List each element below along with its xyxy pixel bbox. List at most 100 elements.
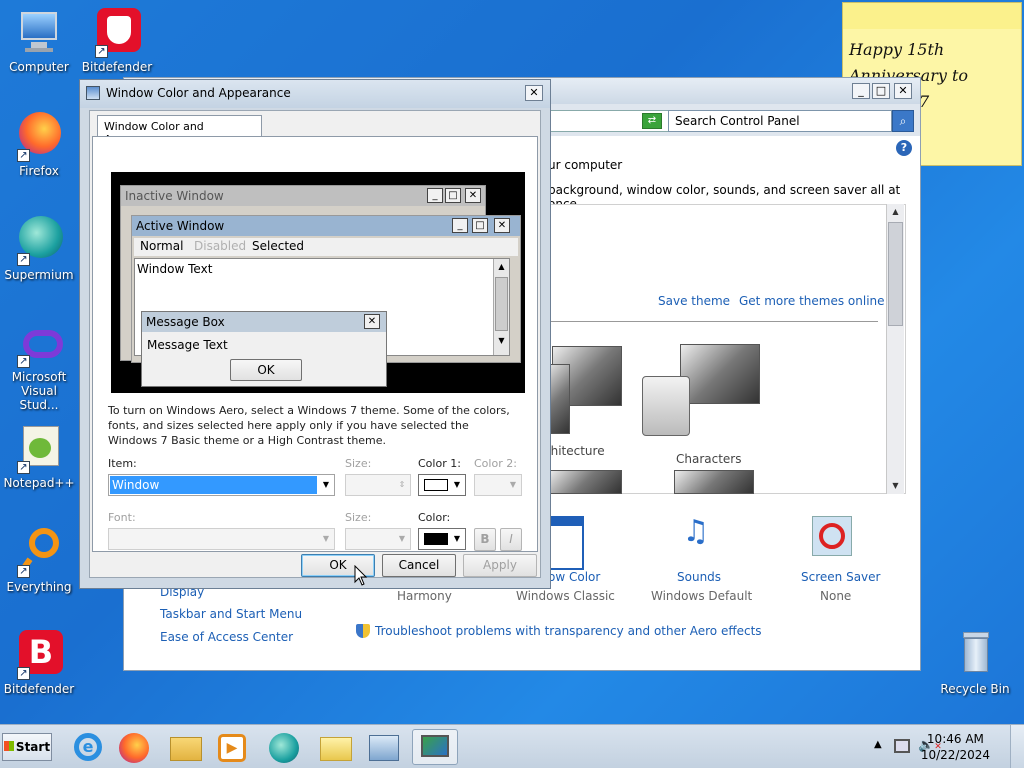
desktop-icon-notepadpp[interactable]: ↗ Notepad++: [0, 424, 78, 490]
desktop-icon-computer[interactable]: Computer: [0, 8, 78, 74]
scroll-down-icon[interactable]: ▼: [887, 478, 904, 494]
get-more-themes-link[interactable]: Get more themes online: [739, 294, 885, 308]
screen-saver-link[interactable]: Screen Saver: [801, 570, 880, 584]
start-label: Start: [15, 740, 51, 754]
color2-label: Color 2:: [474, 457, 517, 470]
sticky-note-line: Happy 15th: [849, 40, 945, 59]
apply-button[interactable]: Apply: [463, 554, 537, 577]
chevron-down-icon[interactable]: ▼: [449, 529, 465, 549]
shortcut-arrow-icon: ↗: [17, 667, 30, 680]
menu-disabled: Disabled: [194, 239, 247, 253]
scroll-thumb[interactable]: [888, 222, 903, 326]
font-size-label: Size:: [345, 511, 372, 524]
desktop-icon-label: Notepad++: [3, 476, 75, 490]
preview-message-box: Message Box ✕ Message Text OK: [141, 311, 387, 387]
shortcut-arrow-icon: ↗: [95, 45, 108, 58]
active-maximize-icon: □: [472, 218, 488, 233]
save-theme-link[interactable]: Save theme: [658, 294, 730, 308]
font-color-picker[interactable]: ▼: [418, 528, 466, 550]
search-input[interactable]: Search Control Panel: [668, 110, 892, 132]
cancel-button[interactable]: Cancel: [382, 554, 456, 577]
maximize-button[interactable]: □: [872, 83, 890, 99]
taskbar-control-panel-icon[interactable]: [364, 731, 404, 765]
bitdefender-icon: ↗: [93, 8, 141, 58]
sounds-icon[interactable]: ♫: [668, 514, 724, 562]
close-button[interactable]: ✕: [894, 83, 912, 99]
help-icon[interactable]: ?: [896, 140, 912, 156]
taskbar-firefox-icon[interactable]: [114, 731, 154, 765]
inactive-close-icon: ✕: [465, 188, 481, 203]
sticky-note-bar[interactable]: [843, 3, 1021, 29]
start-button[interactable]: Start: [2, 733, 52, 761]
shield-icon: [356, 624, 370, 638]
page-heading: ur computer: [548, 158, 623, 172]
preview-ok-button: OK: [230, 359, 302, 381]
sounds-link[interactable]: Sounds: [677, 570, 721, 584]
font-size-select[interactable]: ▼: [345, 528, 411, 550]
color1-picker[interactable]: ▼: [418, 474, 466, 496]
refresh-icon[interactable]: ⇄: [642, 113, 662, 129]
taskbar-explorer-icon[interactable]: [166, 731, 206, 765]
desktop-icon-visual-studio[interactable]: ↗ Microsoft Visual Stud...: [0, 324, 78, 412]
desktop-icon-label: Supermium: [4, 268, 74, 282]
sidebar-link-taskbar[interactable]: Taskbar and Start Menu: [160, 607, 302, 621]
tab-window-color[interactable]: Window Color and Appearance: [97, 115, 262, 146]
desktop-icon-everything[interactable]: ↗ Everything: [0, 528, 78, 594]
shortcut-arrow-icon: ↗: [17, 355, 30, 368]
chevron-down-icon[interactable]: ▼: [394, 529, 410, 549]
size-spinner[interactable]: ⇕: [345, 474, 411, 496]
computer-icon: [15, 8, 63, 56]
shortcut-arrow-icon: ↗: [17, 565, 30, 578]
desktop-icon-firefox[interactable]: ↗ Firefox: [0, 112, 78, 178]
desktop-icon-bitdefender-top[interactable]: ↗ Bitdefender: [78, 8, 156, 74]
desktop-icon-label: Everything: [6, 580, 72, 594]
show-hidden-icons-icon[interactable]: ▲: [874, 739, 882, 750]
font-select[interactable]: ▼: [108, 528, 335, 550]
desktop-icon-label: Microsoft Visual Stud...: [11, 370, 67, 412]
tab-panel: Inactive Window _ □ ✕ Active Window _ □ …: [92, 136, 538, 552]
desktop-icon-bitdefender[interactable]: B ↗ Bitdefender: [0, 630, 78, 696]
window-color-icon[interactable]: [548, 516, 584, 570]
themes-scrollbar[interactable]: ▲ ▼: [886, 204, 904, 494]
window-color-dialog[interactable]: Window Color and Appearance ✕ Window Col…: [79, 79, 551, 589]
font-label: Font:: [108, 511, 136, 524]
sidebar-link-ease[interactable]: Ease of Access Center: [160, 630, 293, 644]
clock-date: 10/22/2024: [920, 748, 990, 762]
window-color-link[interactable]: ow Color: [548, 570, 600, 584]
show-desktop-button[interactable]: [1010, 725, 1024, 768]
dialog-titlebar[interactable]: Window Color and Appearance: [80, 80, 550, 108]
item-select[interactable]: Window ▼: [108, 474, 335, 496]
scroll-up-icon[interactable]: ▲: [887, 204, 904, 220]
windows-logo-icon: [3, 741, 14, 751]
theme-thumbnail-partial: [548, 470, 622, 494]
color2-picker[interactable]: ▼: [474, 474, 522, 496]
font-color-swatch: [424, 533, 448, 545]
spinner-icon[interactable]: ⇕: [394, 475, 410, 495]
chevron-down-icon[interactable]: ▼: [318, 475, 334, 495]
inactive-maximize-icon: □: [445, 188, 461, 203]
search-icon[interactable]: ⌕: [892, 110, 914, 132]
taskbar-supermium-icon[interactable]: [264, 731, 304, 765]
chevron-down-icon[interactable]: ▼: [449, 475, 465, 495]
desktop-icon-recycle-bin[interactable]: Recycle Bin: [936, 630, 1014, 696]
dialog-close-button[interactable]: ✕: [525, 85, 543, 101]
shortcut-arrow-icon: ↗: [17, 253, 30, 266]
theme-characters[interactable]: Characters: [640, 344, 760, 466]
theme-label: chitecture: [544, 444, 605, 458]
chevron-down-icon[interactable]: ▼: [318, 529, 334, 549]
system-clock[interactable]: 10:46 AM 10/22/2024: [921, 731, 990, 763]
taskbar-media-player-icon[interactable]: ▶: [212, 731, 252, 765]
network-icon[interactable]: [894, 739, 910, 753]
screen-saver-icon[interactable]: [812, 516, 852, 556]
taskbar-ie-icon[interactable]: e: [68, 731, 108, 765]
minimize-button[interactable]: _: [852, 83, 870, 99]
taskbar-folder-icon[interactable]: [316, 731, 356, 765]
italic-button[interactable]: I: [500, 528, 522, 551]
troubleshoot-link[interactable]: Troubleshoot problems with transparency …: [375, 624, 762, 638]
chevron-down-icon[interactable]: ▼: [505, 475, 521, 495]
dialog-body: Window Color and Appearance Inactive Win…: [89, 110, 541, 578]
desktop-icon-supermium[interactable]: ↗ Supermium: [0, 216, 78, 282]
color1-swatch: [424, 479, 448, 491]
bold-button[interactable]: B: [474, 528, 496, 551]
taskbar-display-settings-icon[interactable]: [412, 729, 458, 765]
